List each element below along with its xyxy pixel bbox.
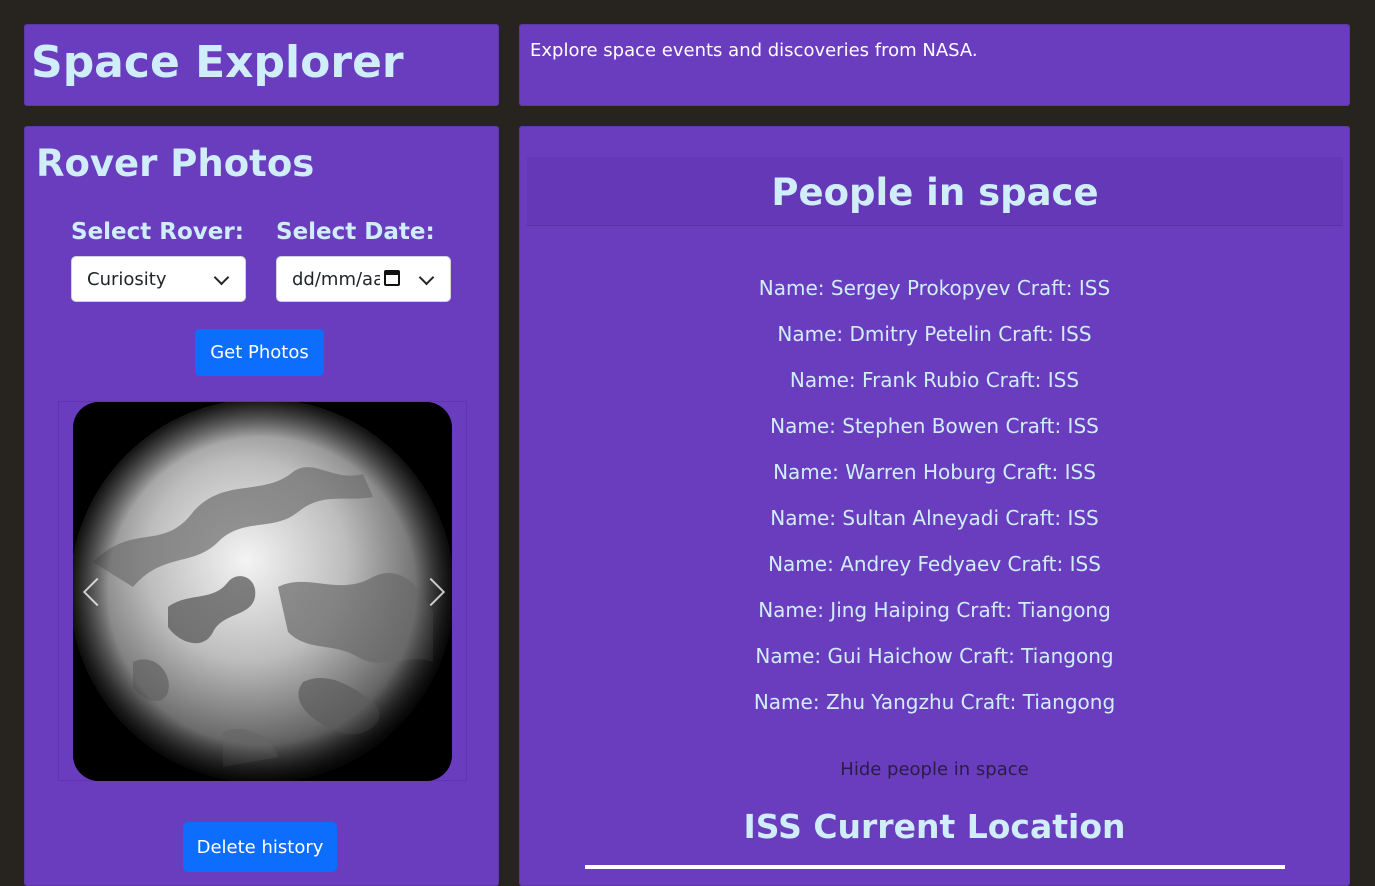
get-photos-button[interactable]: Get Photos [195, 329, 324, 376]
person-name-prefix: Name: [758, 598, 824, 622]
person-name: Frank Rubio [862, 368, 980, 392]
select-date-label: Select Date: [276, 219, 435, 245]
person-craft: Tiangong [1018, 598, 1111, 622]
person-craft-prefix: Craft: [956, 598, 1013, 622]
person-craft: ISS [1047, 368, 1080, 392]
date-input-placeholder: dd/mm/aaaa [292, 269, 380, 290]
chevron-down-icon[interactable] [418, 269, 435, 286]
intro-panel: Explore space events and discoveries fro… [519, 24, 1350, 106]
select-rover-label: Select Rover: [71, 219, 244, 245]
person-craft-prefix: Craft: [1002, 460, 1059, 484]
list-item: Name: Zhu Yangzhu Craft: Tiangong [520, 679, 1349, 725]
list-item: Name: Frank Rubio Craft: ISS [520, 357, 1349, 403]
person-name: Warren Hoburg [845, 460, 997, 484]
person-name: Andrey Fedyaev [840, 552, 1002, 576]
person-craft-prefix: Craft: [960, 690, 1017, 714]
person-name-prefix: Name: [770, 414, 836, 438]
header-panel: Space Explorer [24, 24, 499, 106]
chevron-down-icon [213, 269, 230, 286]
person-name: Dmitry Petelin [849, 322, 992, 346]
person-craft-prefix: Craft: [1007, 552, 1064, 576]
list-item: Name: Stephen Bowen Craft: ISS [520, 403, 1349, 449]
people-in-space-header: People in space [527, 157, 1343, 226]
person-craft: Tiangong [1022, 690, 1116, 714]
person-craft: ISS [1060, 322, 1092, 346]
person-name-prefix: Name: [789, 368, 856, 392]
date-input[interactable]: dd/mm/aaaa [276, 256, 451, 302]
hide-people-link[interactable]: Hide people in space [520, 758, 1349, 782]
people-list: Name: Sergey Prokopyev Craft: ISS Name: … [520, 265, 1349, 725]
person-name-prefix: Name: [777, 322, 844, 346]
person-craft: ISS [1078, 276, 1111, 300]
person-name: Stephen Bowen [842, 414, 1000, 438]
chevron-left-icon[interactable] [77, 572, 107, 612]
person-craft-prefix: Craft: [998, 322, 1054, 346]
rover-select[interactable]: Curiosity [71, 256, 246, 302]
person-name: Sergey Prokopyev [830, 276, 1011, 300]
person-name: Zhu Yangzhu [825, 690, 955, 714]
person-craft-prefix: Craft: [985, 368, 1042, 392]
chevron-right-icon[interactable] [421, 572, 451, 612]
person-craft: ISS [1067, 506, 1099, 530]
person-name-prefix: Name: [773, 460, 839, 484]
rover-photos-title: Rover Photos [36, 142, 315, 185]
rover-photo [73, 402, 452, 781]
rover-photos-panel: Rover Photos Select Rover: Select Date: … [24, 126, 499, 886]
person-name-prefix: Name: [753, 690, 820, 714]
calendar-icon[interactable] [384, 270, 400, 286]
person-name: Gui Haichow [827, 644, 953, 668]
list-item: Name: Sultan Alneyadi Craft: ISS [520, 495, 1349, 541]
person-craft: ISS [1069, 552, 1101, 576]
rover-select-value: Curiosity [87, 269, 167, 290]
person-craft: ISS [1067, 414, 1099, 438]
iss-location-title: ISS Current Location [743, 807, 1126, 846]
person-name-prefix: Name: [770, 506, 837, 530]
list-item: Name: Warren Hoburg Craft: ISS [520, 449, 1349, 495]
person-name: Jing Haiping [830, 598, 950, 622]
list-item: Name: Andrey Fedyaev Craft: ISS [520, 541, 1349, 587]
person-craft-prefix: Craft: [1016, 276, 1073, 300]
person-craft: ISS [1064, 460, 1096, 484]
iss-map[interactable] [585, 865, 1285, 869]
person-name-prefix: Name: [768, 552, 834, 576]
list-item: Name: Sergey Prokopyev Craft: ISS [520, 265, 1349, 311]
person-craft-prefix: Craft: [1005, 414, 1062, 438]
person-craft-prefix: Craft: [959, 644, 1015, 668]
person-craft-prefix: Craft: [1005, 506, 1062, 530]
list-item: Name: Gui Haichow Craft: Tiangong [520, 633, 1349, 679]
people-in-space-panel: People in space Name: Sergey Prokopyev C… [519, 126, 1350, 886]
person-name: Sultan Alneyadi [842, 506, 999, 530]
person-name-prefix: Name: [758, 276, 825, 300]
photo-carousel [58, 401, 467, 781]
person-craft: Tiangong [1021, 644, 1114, 668]
list-item: Name: Dmitry Petelin Craft: ISS [520, 311, 1349, 357]
intro-text: Explore space events and discoveries fro… [530, 40, 978, 61]
delete-history-button[interactable]: Delete history [183, 822, 337, 872]
site-title: Space Explorer [31, 37, 404, 88]
people-in-space-title: People in space [771, 171, 1099, 214]
list-item: Name: Jing Haiping Craft: Tiangong [520, 587, 1349, 633]
person-name-prefix: Name: [755, 644, 822, 668]
